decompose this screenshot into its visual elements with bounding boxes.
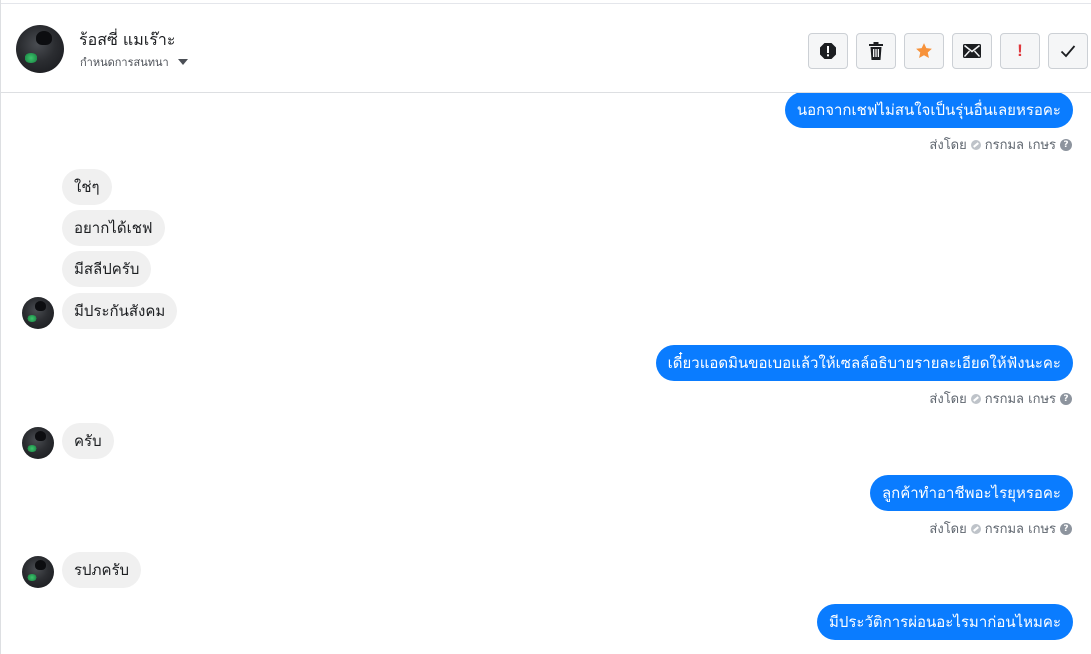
outgoing-message[interactable]: นอกจากเชฟไม่สนใจเป็นรุ่นอื่นเลยหรอคะ — [784, 93, 1073, 128]
star-button[interactable] — [904, 33, 944, 69]
sent-by-label: ส่งโดย — [929, 522, 967, 537]
outgoing-message[interactable]: มีประวัติการผ่อนอะไรมาก่อนไหมคะ — [816, 604, 1073, 640]
done-button[interactable] — [1048, 33, 1088, 69]
sent-by-row: ส่งโดย กรกมล เกษร ? — [929, 518, 1072, 539]
sent-by-label: ส่งโดย — [929, 392, 967, 407]
conversation-header: ร้อสซี่ แมเร๊าะ กำหนดการสนทนา ! — [1, 3, 1091, 93]
message-thread[interactable]: นอกจากเชฟไม่สนใจเป็นรุ่นอื่นเลยหรอคะ ส่ง… — [1, 93, 1091, 654]
incoming-message[interactable]: ครับ — [62, 423, 114, 459]
mark-unread-button[interactable] — [952, 33, 992, 69]
sender-name: กรกมล เกษร — [984, 392, 1056, 407]
check-icon — [1060, 45, 1076, 58]
sent-by-row: ส่งโดย กรกมล เกษร ? — [929, 388, 1072, 409]
sender-name: กรกมล เกษร — [984, 522, 1056, 537]
incoming-message[interactable]: รปภครับ — [62, 552, 142, 588]
trash-icon — [869, 42, 883, 60]
sender-name: กรกมล เกษร — [984, 138, 1056, 153]
incoming-message[interactable]: มีสลีปครับ — [62, 251, 152, 287]
follow-up-icon: ! — [1017, 41, 1023, 60]
header-actions: ! — [808, 33, 1088, 69]
contact-avatar[interactable] — [16, 25, 64, 73]
star-icon — [916, 43, 932, 58]
help-icon[interactable]: ? — [1060, 522, 1072, 535]
incoming-message[interactable]: ใช่ๆ — [62, 169, 112, 205]
assign-label: กำหนดการสนทนา — [80, 56, 169, 69]
sender-avatar — [22, 297, 54, 329]
spam-icon — [820, 43, 836, 59]
sender-status-icon — [970, 523, 981, 534]
outgoing-message[interactable]: เดี๋ยวแอดมินขอเบอแล้วให้เซลล์อธิบายรายละ… — [655, 345, 1073, 381]
mail-icon — [963, 44, 981, 58]
contact-name[interactable]: ร้อสซี่ แมเร๊าะ — [79, 28, 175, 53]
outgoing-message[interactable]: ลูกค้าทำอาชีพอะไรยุหรอคะ — [869, 475, 1073, 511]
messenger-frame: ร้อสซี่ แมเร๊าะ กำหนดการสนทนา ! นอกจากเช… — [0, 0, 1091, 654]
assign-conversation-dropdown[interactable]: กำหนดการสนทนา — [80, 53, 188, 71]
sender-avatar — [22, 427, 54, 459]
follow-up-button[interactable]: ! — [1000, 33, 1040, 69]
sender-status-icon — [970, 393, 981, 404]
sender-avatar — [22, 556, 54, 588]
delete-button[interactable] — [856, 33, 896, 69]
help-icon[interactable]: ? — [1060, 392, 1072, 405]
help-icon[interactable]: ? — [1060, 138, 1072, 151]
spam-button[interactable] — [808, 33, 848, 69]
sent-by-label: ส่งโดย — [929, 138, 967, 153]
incoming-message[interactable]: อยากได้เชฟ — [62, 210, 165, 246]
sent-by-row: ส่งโดย กรกมล เกษร ? — [929, 134, 1072, 155]
incoming-message[interactable]: มีประกันสังคม — [62, 293, 178, 329]
caret-down-icon — [177, 59, 188, 65]
sender-status-icon — [970, 139, 981, 150]
